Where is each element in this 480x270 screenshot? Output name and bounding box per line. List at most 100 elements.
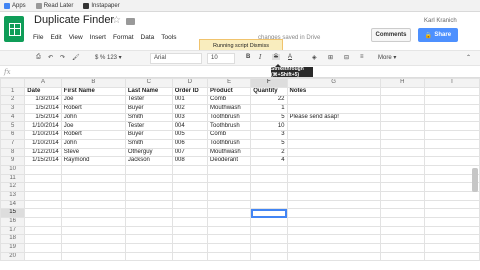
cell[interactable] bbox=[379, 173, 425, 184]
cell[interactable] bbox=[286, 251, 381, 262]
cell[interactable]: Steve bbox=[60, 147, 126, 158]
cell[interactable] bbox=[207, 225, 252, 236]
cell[interactable] bbox=[286, 104, 381, 114]
cell[interactable]: Toothbrush bbox=[207, 138, 252, 149]
cell[interactable]: 1/5/2014 bbox=[24, 112, 62, 123]
cell[interactable] bbox=[60, 182, 126, 192]
cell[interactable] bbox=[250, 208, 288, 218]
cell[interactable] bbox=[286, 156, 381, 166]
cell[interactable] bbox=[207, 164, 252, 175]
cell[interactable]: Tester bbox=[124, 95, 173, 106]
cell[interactable] bbox=[250, 164, 288, 175]
cell[interactable] bbox=[24, 251, 62, 262]
cell[interactable] bbox=[423, 112, 480, 123]
cell[interactable]: 4 bbox=[250, 156, 288, 166]
cell[interactable] bbox=[124, 182, 173, 192]
cell[interactable]: 001 bbox=[171, 95, 209, 106]
cell[interactable] bbox=[124, 217, 173, 227]
cell[interactable] bbox=[250, 234, 288, 245]
cell[interactable]: Smith bbox=[124, 112, 173, 123]
column-header-d[interactable]: D bbox=[171, 78, 209, 88]
cell[interactable] bbox=[379, 182, 425, 192]
cell[interactable] bbox=[423, 86, 480, 97]
text-color-icon[interactable]: A bbox=[288, 54, 292, 60]
cell[interactable] bbox=[286, 243, 381, 253]
cell[interactable] bbox=[423, 199, 480, 210]
cell[interactable]: 1/10/2014 bbox=[24, 121, 62, 132]
cell[interactable]: Jackson bbox=[124, 156, 173, 166]
cell[interactable] bbox=[379, 86, 425, 97]
row-header[interactable]: 15 bbox=[0, 208, 26, 218]
cell[interactable] bbox=[171, 164, 209, 175]
column-header-h[interactable]: H bbox=[379, 78, 425, 88]
cell[interactable] bbox=[286, 225, 381, 236]
cell[interactable]: Order ID bbox=[171, 86, 209, 97]
cell[interactable] bbox=[207, 251, 252, 262]
comments-button[interactable]: Comments bbox=[371, 28, 411, 42]
cell[interactable] bbox=[60, 243, 126, 253]
cell[interactable] bbox=[423, 138, 480, 149]
cell[interactable]: Comb bbox=[207, 130, 252, 140]
cell[interactable]: 007 bbox=[171, 147, 209, 158]
cell[interactable] bbox=[379, 190, 425, 201]
cell[interactable]: John bbox=[60, 112, 126, 123]
column-header-g[interactable]: G bbox=[286, 78, 381, 88]
cell[interactable] bbox=[60, 217, 126, 227]
fill-color-icon[interactable]: ◈ bbox=[312, 54, 317, 61]
print-icon[interactable]: ⎙ bbox=[36, 54, 41, 61]
cell[interactable] bbox=[60, 173, 126, 184]
cell[interactable] bbox=[24, 225, 62, 236]
cell[interactable]: Please send asap! bbox=[286, 112, 381, 123]
menu-edit[interactable]: Edit bbox=[50, 34, 61, 41]
cell[interactable]: 1 bbox=[250, 104, 288, 114]
cell[interactable] bbox=[171, 243, 209, 253]
cell[interactable] bbox=[423, 217, 480, 227]
cell[interactable] bbox=[286, 164, 381, 175]
cell[interactable] bbox=[171, 173, 209, 184]
cell[interactable]: Robert bbox=[60, 130, 126, 140]
cell[interactable] bbox=[379, 234, 425, 245]
cell[interactable] bbox=[286, 121, 381, 132]
cell[interactable] bbox=[423, 156, 480, 166]
row-header[interactable]: 19 bbox=[0, 243, 26, 253]
collapse-icon[interactable]: ⌃ bbox=[466, 54, 471, 61]
cell[interactable]: 1/15/2014 bbox=[24, 156, 62, 166]
spreadsheet-grid[interactable]: ABCDEFGHI 1 Date First Name Last Name Order … bbox=[0, 78, 480, 270]
cell[interactable] bbox=[286, 138, 381, 149]
cell[interactable]: Joe bbox=[60, 95, 126, 106]
merge-icon[interactable]: ⊟ bbox=[344, 54, 349, 61]
column-header-a[interactable]: A bbox=[24, 78, 62, 88]
cell[interactable] bbox=[379, 208, 425, 218]
cell[interactable] bbox=[286, 208, 381, 218]
bold-icon[interactable]: B bbox=[246, 54, 250, 60]
row-header[interactable]: 3 bbox=[0, 104, 26, 114]
cell[interactable] bbox=[379, 243, 425, 253]
cell[interactable] bbox=[286, 217, 381, 227]
menu-format[interactable]: Format bbox=[113, 34, 134, 41]
cell[interactable] bbox=[250, 173, 288, 184]
cell[interactable] bbox=[286, 199, 381, 210]
cell[interactable]: Raymond bbox=[60, 156, 126, 166]
row-header[interactable]: 5 bbox=[0, 121, 26, 132]
cell[interactable]: 10 bbox=[250, 121, 288, 132]
cell[interactable]: Otherguy bbox=[124, 147, 173, 158]
cell[interactable] bbox=[379, 164, 425, 175]
cell[interactable]: Deoderant bbox=[207, 156, 252, 166]
cell[interactable] bbox=[379, 112, 425, 123]
cell[interactable] bbox=[250, 190, 288, 201]
cell[interactable] bbox=[24, 217, 62, 227]
row-header[interactable]: 17 bbox=[0, 225, 26, 236]
cell[interactable] bbox=[124, 173, 173, 184]
cell[interactable] bbox=[207, 190, 252, 201]
cell[interactable] bbox=[171, 199, 209, 210]
share-button[interactable]: 🔒 Share bbox=[418, 28, 458, 42]
cell[interactable] bbox=[423, 251, 480, 262]
sheets-logo-icon[interactable] bbox=[4, 16, 24, 42]
cell[interactable] bbox=[207, 243, 252, 253]
font-dropdown[interactable]: Arial bbox=[150, 53, 202, 64]
cell[interactable] bbox=[124, 243, 173, 253]
cell[interactable] bbox=[250, 225, 288, 236]
cell[interactable] bbox=[24, 173, 62, 184]
cell[interactable]: Smith bbox=[124, 138, 173, 149]
cell[interactable] bbox=[379, 156, 425, 166]
